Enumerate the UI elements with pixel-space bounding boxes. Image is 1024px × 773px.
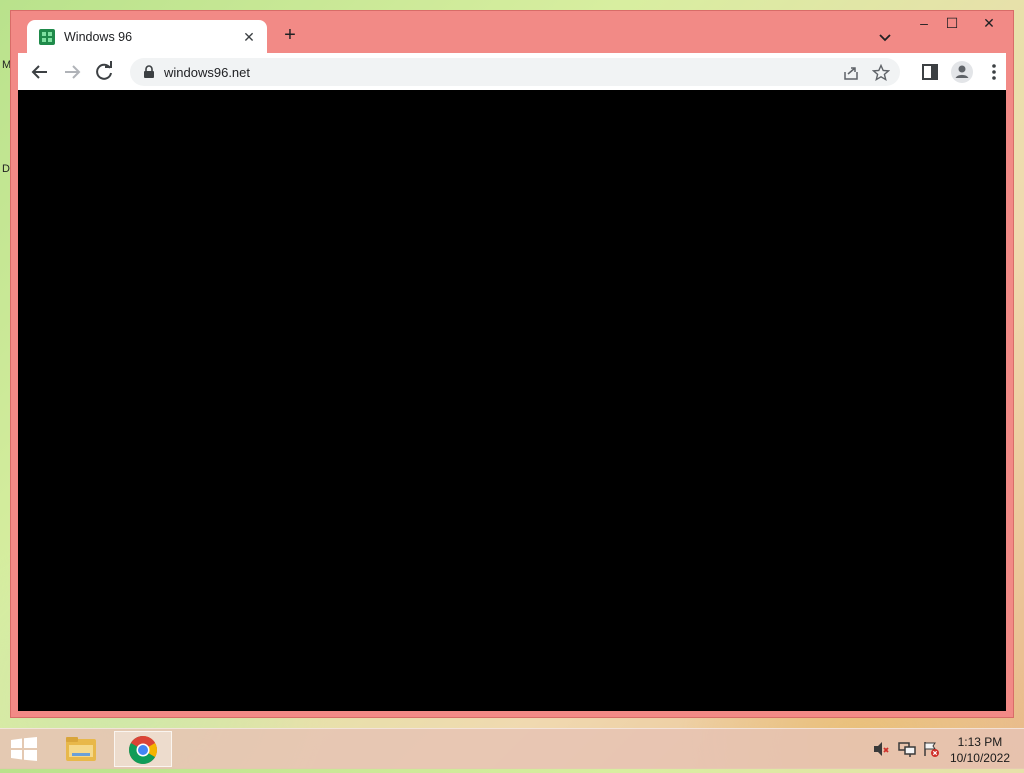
minimize-button[interactable]: – <box>909 13 939 35</box>
page-viewport[interactable] <box>18 90 1006 711</box>
tab-search-chevron-icon[interactable] <box>875 27 895 47</box>
side-panel-icon[interactable] <box>918 60 942 84</box>
taskbar-chrome[interactable] <box>114 731 172 767</box>
address-bar[interactable]: windows96.net <box>130 58 900 86</box>
clock-date: 10/10/2022 <box>949 751 1010 765</box>
close-window-button[interactable]: ✕ <box>969 13 1009 35</box>
clock-time: 1:13 PM <box>957 735 1003 749</box>
tab-windows96[interactable]: Windows 96 ✕ <box>27 20 267 54</box>
tab-close-icon[interactable]: ✕ <box>241 29 257 46</box>
lock-icon[interactable] <box>142 65 156 79</box>
reload-icon[interactable] <box>92 60 116 84</box>
taskbar-file-explorer[interactable] <box>52 731 110 767</box>
network-icon[interactable] <box>898 741 916 757</box>
start-button[interactable] <box>10 737 38 761</box>
new-tab-button[interactable]: + <box>279 25 301 47</box>
maximize-button[interactable]: ☐ <box>937 13 967 35</box>
share-icon[interactable] <box>842 64 860 82</box>
browser-toolbar: windows96.net <box>18 53 1006 90</box>
star-icon[interactable] <box>872 64 890 82</box>
url-text[interactable]: windows96.net <box>164 65 900 80</box>
back-arrow-icon[interactable] <box>28 60 52 84</box>
tab-title: Windows 96 <box>64 30 133 44</box>
tab-strip: Windows 96 ✕ + – ☐ ✕ <box>11 11 1013 54</box>
windows96-favicon-icon <box>39 29 55 45</box>
volume-muted-icon[interactable] <box>872 741 890 757</box>
chrome-icon <box>129 736 157 764</box>
file-explorer-icon <box>66 737 96 761</box>
kebab-menu-icon[interactable] <box>982 60 1006 84</box>
profile-icon[interactable] <box>950 60 974 84</box>
action-center-flag-icon[interactable] <box>922 741 940 757</box>
system-clock[interactable]: 1:13 PM 10/10/2022 <box>950 734 1010 766</box>
desktop-icon-label-fragment: D <box>2 163 10 175</box>
forward-arrow-icon[interactable] <box>60 60 84 84</box>
browser-window: Windows 96 ✕ + – ☐ ✕ windows96.net <box>10 10 1014 718</box>
taskbar: 1:13 PM 10/10/2022 <box>0 728 1024 769</box>
